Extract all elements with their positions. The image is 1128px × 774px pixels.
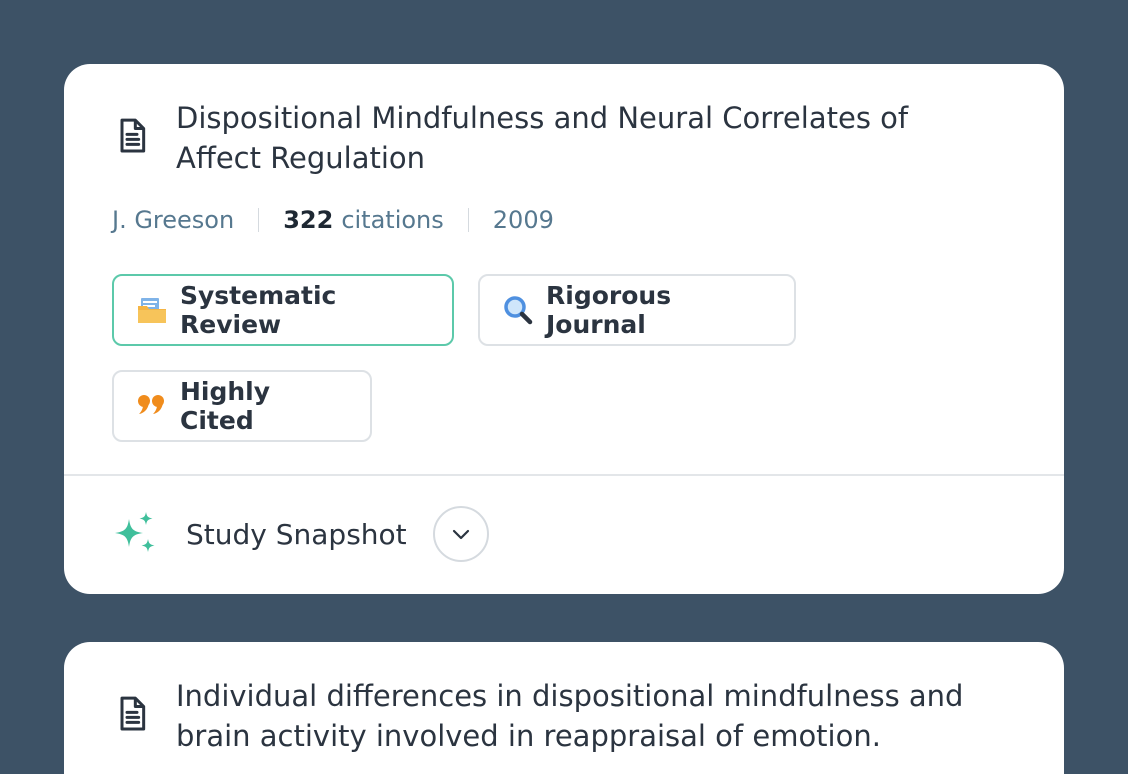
badge-systematic-review[interactable]: Systematic Review xyxy=(112,274,454,346)
paper-card[interactable]: Individual differences in dispositional … xyxy=(64,642,1064,774)
card-divider xyxy=(64,474,1064,476)
document-icon xyxy=(120,696,146,731)
paper-title[interactable]: Dispositional Mindfulness and Neural Cor… xyxy=(176,98,976,178)
badge-label: Highly Cited xyxy=(180,377,271,435)
badge-label: Systematic Review xyxy=(180,281,337,339)
citation-count: 322 xyxy=(283,206,334,234)
paper-card[interactable]: Dispositional Mindfulness and Neural Cor… xyxy=(64,64,1064,594)
chevron-down-icon xyxy=(452,529,469,540)
expand-snapshot-button[interactable] xyxy=(432,506,489,562)
quote-icon xyxy=(136,390,168,422)
paper-meta: J. Greeson 322 citations 2009 xyxy=(112,206,554,234)
folder-icon xyxy=(136,294,168,326)
paper-header: Individual differences in dispositional … xyxy=(112,676,976,756)
sparkle-icon xyxy=(115,512,155,552)
study-snapshot-row[interactable]: Study Snapshot xyxy=(112,504,489,564)
citation-label: citations xyxy=(341,206,444,234)
publication-year: 2009 xyxy=(492,206,554,234)
study-snapshot-label: Study Snapshot xyxy=(186,517,407,551)
meta-divider xyxy=(467,208,469,232)
badge-label: Rigorous Journal xyxy=(546,281,672,339)
badge-highly-cited[interactable]: Highly Cited xyxy=(112,370,372,442)
meta-divider xyxy=(258,208,260,232)
badge-rigorous-journal[interactable]: Rigorous Journal xyxy=(478,274,796,346)
author-name[interactable]: J. Greeson xyxy=(112,206,234,234)
document-icon xyxy=(120,118,146,153)
paper-title[interactable]: Individual differences in dispositional … xyxy=(176,676,976,756)
paper-header: Dispositional Mindfulness and Neural Cor… xyxy=(112,98,976,178)
magnifier-icon xyxy=(502,294,534,326)
